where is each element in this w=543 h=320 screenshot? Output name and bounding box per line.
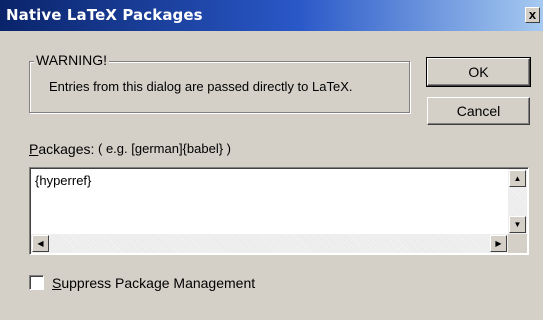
close-icon: x xyxy=(528,7,537,22)
scroll-right-icon: ▶ xyxy=(495,239,502,248)
scroll-down-button[interactable]: ▼ xyxy=(509,216,526,233)
warning-text: Entries from this dialog are passed dire… xyxy=(49,79,353,94)
scroll-up-button[interactable]: ▲ xyxy=(509,170,526,187)
packages-hint-rest: erman]{babel} ) xyxy=(142,141,231,156)
scroll-down-icon: ▼ xyxy=(513,220,522,229)
ok-button[interactable]: OK xyxy=(426,57,531,87)
packages-hint: ( e.g. [german]{babel} ) xyxy=(98,141,231,156)
cancel-button[interactable]: Cancel xyxy=(427,97,530,125)
suppress-label-mnemonic: S xyxy=(52,275,62,291)
suppress-checkbox[interactable] xyxy=(29,275,44,290)
scrollbar-corner xyxy=(508,234,527,253)
scroll-right-button[interactable]: ▶ xyxy=(490,235,507,252)
window-title: Native LaTeX Packages xyxy=(6,6,203,24)
packages-textarea[interactable]: {hyperref} ▲ ▼ ◀ ▶ xyxy=(29,167,529,255)
scroll-left-icon: ◀ xyxy=(37,239,44,248)
packages-hint-mnemonic: g xyxy=(134,141,143,156)
horizontal-scrollbar[interactable]: ◀ ▶ xyxy=(31,234,509,253)
packages-hint-prefix: ( e.g. [ xyxy=(98,141,135,156)
close-button[interactable]: x xyxy=(525,7,540,23)
warning-legend: WARNING! xyxy=(34,52,110,68)
packages-label: Packages: xyxy=(29,141,94,157)
suppress-label-rest: uppress Package Management xyxy=(61,275,256,291)
packages-label-rest: ackages: xyxy=(38,141,95,157)
title-bar: Native LaTeX Packages x xyxy=(0,0,543,31)
scroll-up-icon: ▲ xyxy=(513,174,522,183)
suppress-label[interactable]: Suppress Package Management xyxy=(52,275,255,291)
vertical-scrollbar[interactable]: ▲ ▼ xyxy=(508,169,527,234)
packages-value[interactable]: {hyperref} xyxy=(35,173,91,188)
scroll-left-button[interactable]: ◀ xyxy=(32,235,49,252)
packages-label-mnemonic: P xyxy=(29,141,39,157)
